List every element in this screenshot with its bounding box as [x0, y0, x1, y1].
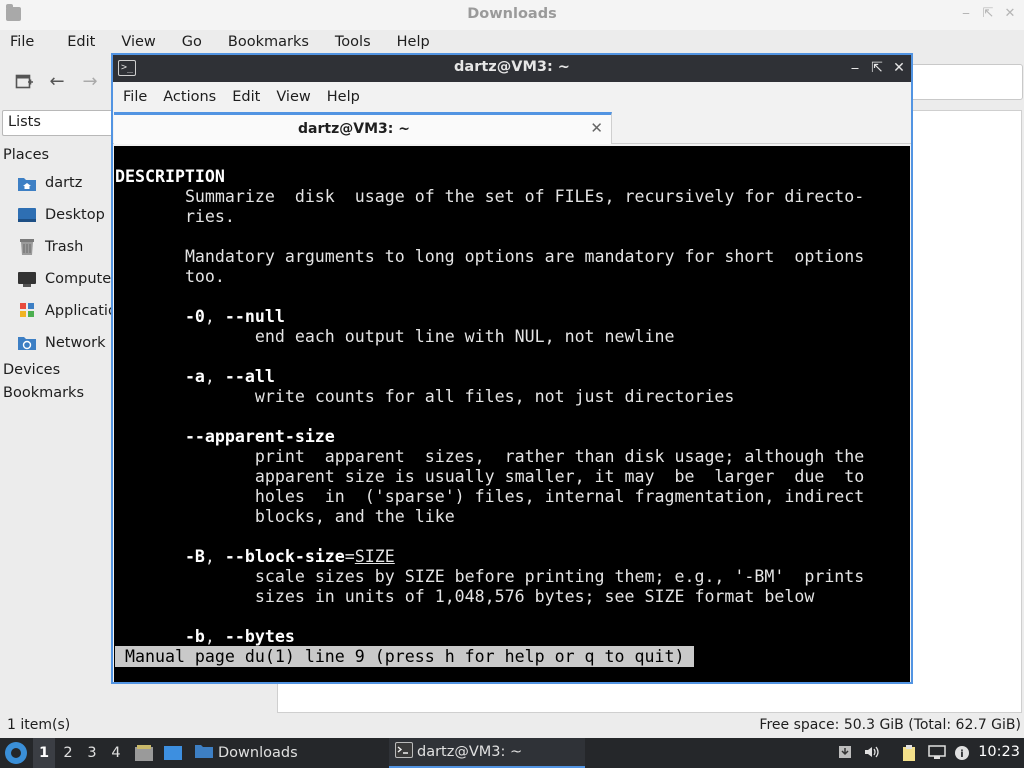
man-line: too.: [184, 267, 225, 286]
location-bar[interactable]: [905, 64, 1023, 100]
man-line: apparent size is usually smaller, it may…: [254, 467, 865, 486]
man-option-long: --bytes: [224, 627, 295, 646]
sidebar-item-label: Applications: [45, 303, 117, 319]
status-item-count: 1 item(s): [7, 717, 71, 733]
home-folder-icon: [17, 174, 37, 192]
terminal-title: dartz@VM3: ~: [454, 59, 570, 75]
sidebar-item-applications[interactable]: Applications: [17, 300, 117, 322]
man-option-long: --null: [224, 307, 285, 326]
man-line: ries.: [184, 207, 235, 226]
start-menu-icon[interactable]: [5, 742, 27, 764]
man-option: -B: [184, 547, 205, 566]
clipboard-icon[interactable]: [900, 744, 918, 762]
tab-close-icon[interactable]: ✕: [590, 119, 603, 137]
sidebar-item-network[interactable]: Network: [17, 332, 117, 354]
network-tray-icon[interactable]: [928, 744, 946, 762]
man-line: print apparent sizes, rather than disk u…: [254, 447, 865, 466]
devices-section-label[interactable]: Devices: [3, 362, 60, 378]
minimize-icon[interactable]: ⎯: [847, 59, 863, 77]
task-downloads[interactable]: Downloads: [194, 738, 298, 768]
file-manager-title: Downloads: [467, 6, 557, 22]
new-tab-icon[interactable]: [14, 72, 34, 92]
maximize-icon[interactable]: ⇱: [869, 59, 885, 77]
man-line: blocks, and the like: [254, 507, 455, 526]
man-line: sizes in units of 1,048,576 bytes; see S…: [254, 587, 815, 606]
terminal-output[interactable]: DESCRIPTION Summarize disk usage of the …: [114, 146, 910, 682]
task-label: dartz@VM3: ~: [417, 744, 523, 760]
workspace-1[interactable]: 1: [33, 738, 55, 768]
close-icon[interactable]: ✕: [1002, 6, 1018, 22]
workspace-4[interactable]: 4: [105, 738, 127, 768]
computer-icon: [17, 270, 37, 288]
sidebar-item-label: Network: [45, 335, 106, 351]
terminal-icon: [395, 742, 413, 762]
sidebar-item-trash[interactable]: Trash: [17, 236, 117, 258]
man-page-text: DESCRIPTION Summarize disk usage of the …: [115, 167, 865, 646]
man-line: write counts for all files, not just dir…: [254, 387, 735, 406]
bookmarks-section-label[interactable]: Bookmarks: [3, 385, 84, 401]
taskbar: 1 2 3 4 Downloads dartz@VM3: ~ i 10:23: [0, 738, 1024, 768]
maximize-icon[interactable]: ⇱: [980, 6, 996, 22]
man-line: scale sizes by SIZE before printing them…: [254, 567, 865, 586]
network-icon: [17, 334, 37, 352]
workspace-2[interactable]: 2: [57, 738, 79, 768]
man-option-arg: SIZE: [354, 547, 395, 566]
man-option-long: --all: [224, 367, 275, 386]
sidebar-item-label: Computer: [45, 271, 117, 287]
file-manager-launcher-icon[interactable]: [134, 744, 153, 762]
file-manager-titlebar[interactable]: Downloads ⎯ ⇱ ✕: [0, 0, 1024, 30]
menu-file[interactable]: File: [10, 30, 34, 56]
clock[interactable]: 10:23: [978, 744, 1020, 760]
notifications-icon[interactable]: i: [954, 744, 972, 762]
svg-text:i: i: [960, 749, 963, 760]
applications-icon: [17, 302, 37, 320]
sidebar-item-label: Trash: [45, 239, 84, 255]
sidebar-item-label: Desktop: [45, 207, 105, 223]
status-free-space: Free space: 50.3 GiB (Total: 62.7 GiB): [759, 717, 1021, 733]
menu-view[interactable]: View: [276, 84, 310, 112]
folder-icon: [194, 742, 214, 764]
updates-icon[interactable]: [836, 744, 854, 762]
desktop-launcher-icon[interactable]: [163, 744, 182, 762]
menu-help[interactable]: Help: [327, 84, 360, 112]
man-option-long: --block-size: [224, 547, 345, 566]
man-option: -a: [184, 367, 205, 386]
terminal-window: >_ dartz@VM3: ~ ⎯ ⇱ ✕ File Actions Edit …: [111, 53, 913, 684]
pager-status-line: Manual page du(1) line 9 (press h for he…: [115, 646, 695, 667]
task-label: Downloads: [218, 745, 298, 761]
desktop-icon: [17, 206, 37, 224]
sidebar-item-desktop[interactable]: Desktop: [17, 204, 117, 226]
menu-edit[interactable]: Edit: [232, 84, 260, 112]
man-line: Summarize disk usage of the set of FILEs…: [184, 187, 865, 206]
sidebar-item-home[interactable]: dartz: [17, 172, 117, 194]
menu-file[interactable]: File: [123, 84, 147, 112]
volume-icon[interactable]: [863, 744, 881, 762]
workspace-3[interactable]: 3: [81, 738, 103, 768]
trash-icon: [17, 238, 37, 256]
terminal-tab-label: dartz@VM3: ~: [298, 121, 410, 137]
man-section-heading: DESCRIPTION: [115, 167, 225, 186]
places-section-label: Places: [3, 147, 50, 163]
task-terminal[interactable]: dartz@VM3: ~: [389, 738, 585, 768]
terminal-tab[interactable]: dartz@VM3: ~ ✕: [114, 112, 612, 144]
menu-edit[interactable]: Edit: [67, 30, 95, 56]
man-option: -b: [184, 627, 205, 646]
minimize-icon[interactable]: ⎯: [958, 6, 974, 22]
man-option: -0: [184, 307, 205, 326]
terminal-tabbar: dartz@VM3: ~ ✕: [113, 112, 911, 144]
terminal-menubar: File Actions Edit View Help: [113, 84, 366, 112]
forward-arrow-icon[interactable]: →: [80, 72, 100, 92]
sidebar-item-label: dartz: [45, 175, 83, 191]
menu-actions[interactable]: Actions: [163, 84, 216, 112]
man-line: holes in ('sparse') files, internal frag…: [254, 487, 865, 506]
man-line: Mandatory arguments to long options are …: [184, 247, 865, 266]
sidebar-item-computer[interactable]: Computer: [17, 268, 117, 290]
back-arrow-icon[interactable]: ←: [47, 72, 67, 92]
man-option-long: --apparent-size: [184, 427, 335, 446]
side-pane-mode-select[interactable]: Lists: [2, 110, 117, 136]
terminal-titlebar[interactable]: >_ dartz@VM3: ~ ⎯ ⇱ ✕: [113, 55, 911, 82]
close-icon[interactable]: ✕: [891, 59, 907, 77]
man-line: end each output line with NUL, not newli…: [254, 327, 675, 346]
